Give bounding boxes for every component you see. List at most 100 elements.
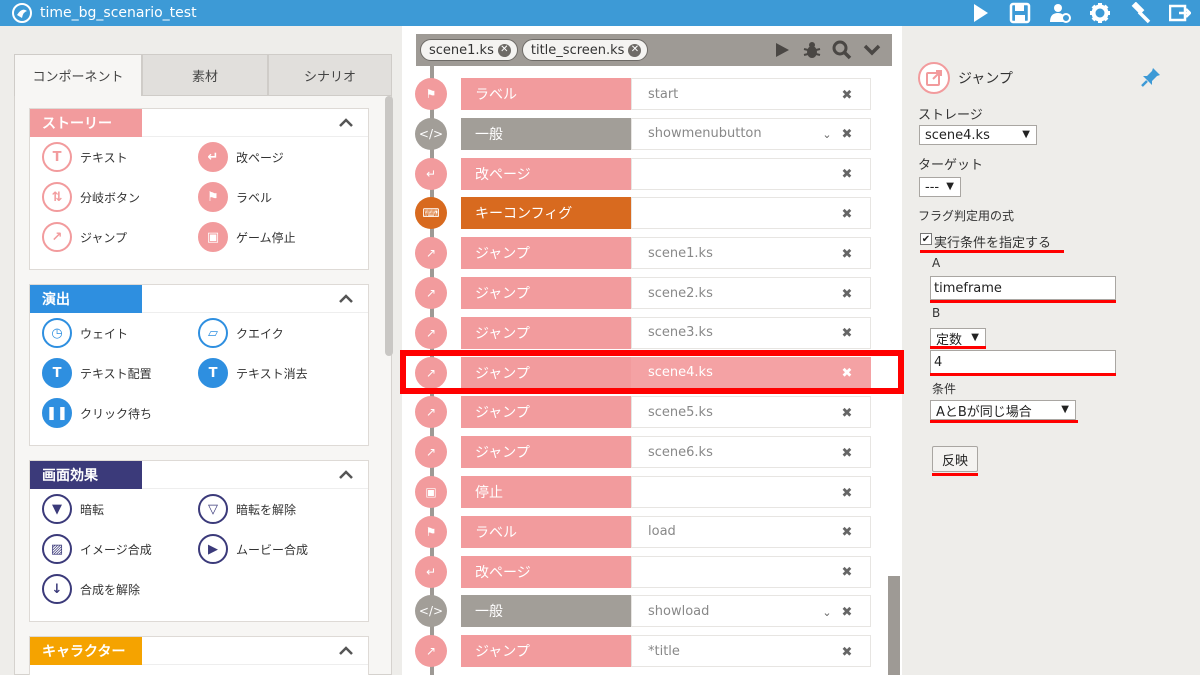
category-effects-label: 演出 — [30, 284, 142, 313]
component-text[interactable]: T テキスト — [42, 141, 128, 173]
component-branch-button[interactable]: ⇅ 分岐ボタン — [42, 181, 140, 213]
play-icon[interactable] — [960, 0, 1000, 26]
users-gear-icon[interactable] — [1040, 0, 1080, 26]
scenario-row[interactable]: ↗ ジャンプ scene3.ks ✖ — [415, 316, 871, 349]
chevron-down-icon[interactable]: ⌄ — [820, 605, 834, 619]
component-game-stop[interactable]: ▣ ゲーム停止 — [198, 221, 296, 253]
component-click-wait[interactable]: ❚❚ クリック待ち — [42, 397, 152, 429]
condition-check-label[interactable]: 実行条件を指定する — [934, 232, 1051, 251]
b-value-input[interactable]: 4 — [930, 350, 1116, 374]
scenario-row[interactable]: ⌨ キーコンフィグ ✖ — [415, 197, 871, 230]
tab-scenario[interactable]: シナリオ — [268, 54, 392, 96]
delete-icon[interactable]: ✖ — [840, 446, 854, 461]
scenario-row[interactable]: ↗ ジャンプ scene6.ks ✖ — [415, 436, 871, 469]
file-tab-scene1[interactable]: scene1.ks ✕ — [420, 39, 518, 61]
flag-icon: ⚑ — [415, 515, 447, 548]
stop-icon: ▣ — [415, 476, 447, 508]
scenario-row[interactable]: ↵ 改ページ ✖ — [415, 555, 871, 588]
annotation-underline — [920, 250, 1064, 253]
delete-icon[interactable]: ✖ — [840, 207, 854, 222]
code-icon: </> — [415, 595, 447, 628]
storage-select[interactable]: scene4.ks ▼ — [919, 125, 1037, 145]
title-bar: time_bg_scenario_test — [0, 0, 1200, 26]
component-image-merge[interactable]: ▨ イメージ合成 — [42, 533, 152, 565]
delete-icon[interactable]: ✖ — [840, 326, 854, 341]
delete-icon[interactable]: ✖ — [840, 486, 854, 501]
page-break-icon: ↵ — [415, 555, 447, 588]
condition-select[interactable]: AとBが同じ場合 ▼ — [930, 400, 1076, 420]
search-icon[interactable] — [830, 38, 854, 62]
scenario-row-value-text: scene2.ks — [648, 285, 713, 301]
delete-icon[interactable]: ✖ — [840, 88, 854, 103]
save-icon[interactable] — [1000, 0, 1040, 26]
a-value-input[interactable]: timeframe — [930, 276, 1116, 300]
chevron-up-icon[interactable] — [338, 643, 354, 659]
delete-icon[interactable]: ✖ — [840, 565, 854, 580]
delete-icon[interactable]: ✖ — [840, 287, 854, 302]
stop-icon: ▣ — [198, 222, 228, 252]
chevron-up-icon[interactable] — [338, 467, 354, 483]
component-label[interactable]: ⚑ ラベル — [198, 181, 272, 213]
delete-icon[interactable]: ✖ — [840, 247, 854, 262]
component-unmerge[interactable]: ↓ 合成を解除 — [42, 573, 140, 605]
scenario-row[interactable]: </> 一般 showload ⌄ ✖ — [415, 595, 871, 628]
delete-icon[interactable]: ✖ — [840, 605, 854, 620]
scenario-row[interactable]: ↗ ジャンプ scene2.ks ✖ — [415, 277, 871, 309]
target-select[interactable]: --- ▼ — [919, 177, 961, 197]
close-icon[interactable]: ✕ — [628, 43, 642, 57]
condition-checkbox[interactable]: ✔ — [920, 233, 932, 245]
hammer-icon[interactable] — [1120, 0, 1160, 26]
component-text-erase[interactable]: T テキスト消去 — [198, 357, 308, 389]
play-icon[interactable] — [770, 38, 794, 62]
center-scrollbar[interactable] — [888, 576, 900, 675]
scenario-row[interactable]: ↗ ジャンプ *title ✖ — [415, 635, 871, 668]
scenario-row-label: 改ページ — [461, 555, 631, 588]
gear-icon[interactable] — [1080, 0, 1120, 26]
delete-icon[interactable]: ✖ — [840, 167, 854, 182]
component-page-break[interactable]: ↵ 改ページ — [198, 141, 284, 173]
jump-icon — [918, 62, 950, 94]
scenario-row[interactable]: ↗ ジャンプ scene1.ks ✖ — [415, 237, 871, 270]
scenario-row[interactable]: ▣ 停止 ✖ — [415, 476, 871, 508]
delete-icon[interactable]: ✖ — [840, 127, 854, 142]
component-fade-in[interactable]: ▽ 暗転を解除 — [198, 493, 296, 525]
component-quake[interactable]: ▱ クエイク — [198, 317, 284, 349]
text-erase-icon: T — [198, 358, 228, 388]
apply-button[interactable]: 反映 — [932, 446, 978, 472]
export-icon[interactable] — [1160, 0, 1200, 26]
delete-icon[interactable]: ✖ — [840, 406, 854, 421]
image-icon: ▨ — [42, 534, 72, 564]
pin-icon[interactable] — [1140, 66, 1162, 88]
scenario-row[interactable]: </> 一般 showmenubutton ⌄ ✖ — [415, 117, 871, 150]
scenario-row-value-text: scene3.ks — [648, 325, 713, 341]
flag-expression-label: フラグ判定用の式 — [918, 209, 1015, 223]
delete-icon[interactable]: ✖ — [840, 525, 854, 540]
chevron-down-icon[interactable] — [860, 38, 884, 62]
component-jump[interactable]: ↗ ジャンプ — [42, 221, 127, 253]
tab-components[interactable]: コンポーネント — [14, 54, 142, 96]
scenario-row-value: showmenubutton ⌄ ✖ — [631, 117, 871, 150]
component-movie-merge[interactable]: ▶ ムービー合成 — [198, 533, 308, 565]
component-fade-out[interactable]: ▼ 暗転 — [42, 493, 104, 525]
scenario-row[interactable]: ↵ 改ページ ✖ — [415, 157, 871, 190]
chevron-up-icon[interactable] — [338, 291, 354, 307]
b-type-select[interactable]: 定数 ▼ — [930, 328, 986, 348]
bug-icon[interactable] — [800, 38, 824, 62]
scenario-row[interactable]: ⚑ ラベル start ✖ — [415, 78, 871, 110]
component-text-place[interactable]: T テキスト配置 — [42, 357, 152, 389]
jump-icon: ↗ — [415, 277, 447, 309]
scenario-row[interactable]: ↗ ジャンプ scene5.ks ✖ — [415, 396, 871, 429]
close-icon[interactable]: ✕ — [497, 43, 511, 57]
chevron-up-icon[interactable] — [338, 115, 354, 131]
file-tab-title-screen[interactable]: title_screen.ks ✕ — [521, 39, 649, 61]
chevron-down-icon[interactable]: ⌄ — [820, 128, 834, 142]
tab-assets[interactable]: 素材 — [142, 54, 268, 96]
delete-icon[interactable]: ✖ — [840, 645, 854, 660]
component-wait[interactable]: ◷ ウェイト — [42, 317, 128, 349]
scenario-row-value-text: showload — [648, 603, 710, 619]
scenario-row[interactable]: ⚑ ラベル load ✖ — [415, 515, 871, 548]
jump-icon: ↗ — [415, 316, 447, 349]
page-break-icon: ↵ — [198, 142, 228, 172]
left-scrollbar[interactable] — [385, 96, 393, 356]
scenario-row-label: ジャンプ — [461, 237, 631, 270]
